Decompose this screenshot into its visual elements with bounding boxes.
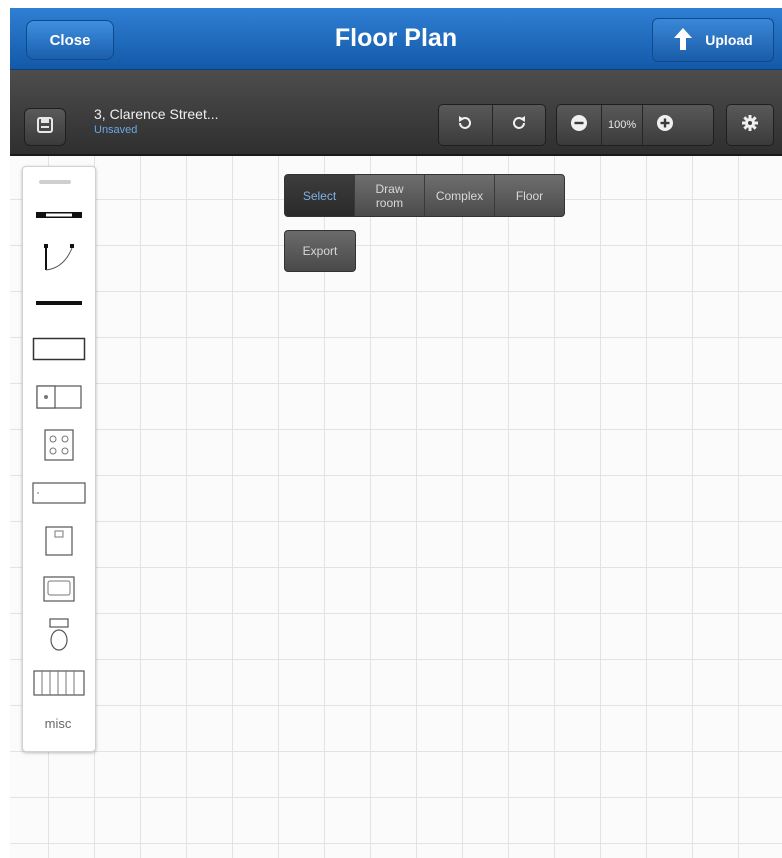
redo-icon <box>510 114 528 137</box>
close-button[interactable]: Close <box>26 20 114 60</box>
title-bar: Close Floor Plan Upload <box>10 8 782 70</box>
palette-drag-handle[interactable] <box>39 180 71 184</box>
history-group <box>438 104 546 146</box>
zoom-in-button[interactable] <box>643 105 687 145</box>
gear-icon <box>741 114 759 137</box>
room-rectangle-icon[interactable] <box>29 329 89 369</box>
mode-select-button[interactable]: Select <box>285 175 355 216</box>
toilet-icon[interactable] <box>29 615 89 655</box>
draw-room-label-line1: Draw <box>375 181 404 196</box>
draw-room-label-line2: room <box>375 195 404 210</box>
cabinet-icon[interactable] <box>29 521 89 561</box>
appliance-icon[interactable] <box>29 377 89 417</box>
save-button[interactable] <box>24 108 66 146</box>
door-icon[interactable] <box>29 237 89 277</box>
floppy-disk-icon <box>36 116 54 139</box>
minus-circle-icon <box>570 114 588 137</box>
upload-label: Upload <box>705 32 753 48</box>
mode-draw-room-button[interactable]: Draw room <box>355 175 425 216</box>
zoom-group: 100% <box>556 104 714 146</box>
misc-category-button[interactable]: misc <box>22 716 94 731</box>
radiator-icon[interactable] <box>29 663 89 703</box>
export-button[interactable]: Export <box>284 230 356 272</box>
document-name: 3, Clarence Street... <box>94 106 219 122</box>
mode-selector: Select Draw room Complex Floor <box>284 174 565 217</box>
stove-icon[interactable] <box>29 425 89 465</box>
mode-floor-button[interactable]: Floor <box>495 175 564 216</box>
wall-segment-icon[interactable] <box>29 195 89 235</box>
floor-plan-canvas[interactable] <box>10 156 782 858</box>
document-status: Unsaved <box>94 124 138 136</box>
redo-button[interactable] <box>492 105 545 145</box>
mode-complex-button[interactable]: Complex <box>425 175 495 216</box>
sink-icon[interactable] <box>29 569 89 609</box>
upload-button[interactable]: Upload <box>652 18 774 62</box>
undo-button[interactable] <box>439 105 492 145</box>
counter-icon[interactable] <box>29 473 89 513</box>
zoom-out-button[interactable] <box>557 105 601 145</box>
settings-group <box>726 104 774 146</box>
plus-circle-icon <box>656 114 674 137</box>
settings-button[interactable] <box>727 105 773 145</box>
zoom-level: 100% <box>608 119 637 131</box>
undo-icon <box>456 114 474 137</box>
toolbar: 3, Clarence Street... Unsaved 100% <box>10 70 782 156</box>
arrow-up-icon <box>673 27 693 54</box>
component-palette <box>22 166 96 752</box>
line-icon[interactable] <box>29 283 89 323</box>
